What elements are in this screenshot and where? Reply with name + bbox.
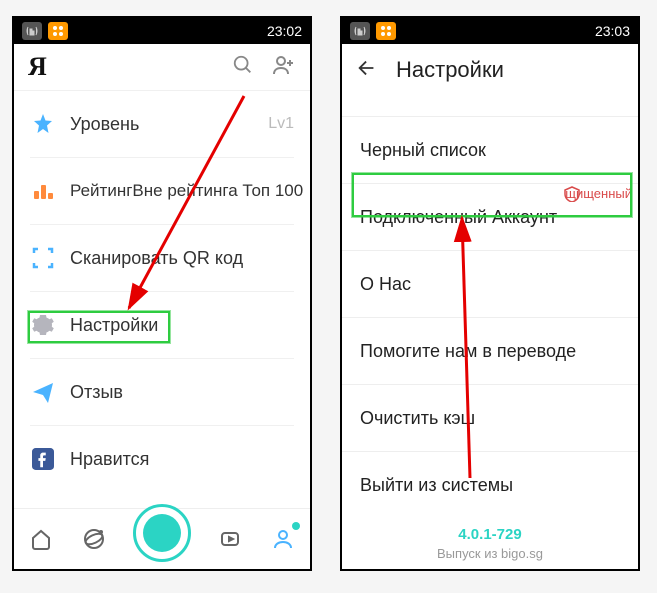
menu-label: Нравится: [70, 449, 294, 470]
phone-screenshot-right: 23:03 Настройки Черный список Подключенн…: [340, 16, 640, 571]
page-title: Настройки: [396, 57, 504, 83]
version-subtitle: Выпуск из bigo.sg: [342, 546, 638, 561]
nav-explore-icon[interactable]: [79, 524, 109, 554]
qr-icon: [30, 245, 56, 271]
menu-item-rating[interactable]: РейтингВне рейтинга Топ 100: [14, 158, 310, 224]
shield-icon: [562, 186, 582, 202]
send-icon: [30, 379, 56, 405]
nav-profile-icon[interactable]: [268, 524, 298, 554]
bottom-nav: [14, 508, 310, 569]
status-icon: [376, 22, 396, 40]
nav-home-icon[interactable]: [26, 524, 56, 554]
item-label: Выйти из системы: [360, 475, 513, 496]
item-label: Очистить кэш: [360, 408, 475, 429]
item-label: Черный список: [360, 140, 486, 161]
menu-label: Уровень: [70, 114, 268, 135]
menu-item-qr[interactable]: Сканировать QR код: [14, 225, 310, 291]
item-label: Подключенный Аккаунт: [360, 207, 557, 228]
status-bar: 23:03: [342, 18, 638, 44]
status-time: 23:03: [595, 23, 630, 39]
header: Я: [14, 44, 310, 91]
status-icon: [48, 22, 68, 40]
gear-icon: [30, 312, 56, 338]
phone-screenshot-left: 23:02 Я Уровень Lv1: [12, 16, 312, 571]
menu-list: Уровень Lv1 РейтингВне рейтинга Топ 100 …: [14, 91, 310, 492]
nav-broadcast-button[interactable]: [133, 504, 191, 562]
facebook-icon: [30, 446, 56, 472]
status-icon: [22, 22, 42, 40]
nav-video-icon[interactable]: [215, 524, 245, 554]
version-info: 4.0.1-729 Выпуск из bigo.sg: [342, 518, 638, 568]
menu-value: Lv1: [268, 115, 294, 133]
settings-item-blacklist[interactable]: Черный список: [342, 117, 638, 184]
chart-icon: [30, 178, 56, 204]
item-label: О Нас: [360, 274, 411, 295]
settings-item-clear-cache[interactable]: Очистить кэш: [342, 385, 638, 452]
back-icon[interactable]: [356, 57, 378, 84]
menu-label: Настройки: [70, 315, 294, 336]
menu-item-level[interactable]: Уровень Lv1: [14, 91, 310, 157]
menu-item-feedback[interactable]: Отзыв: [14, 359, 310, 425]
menu-label: Сканировать QR код: [70, 248, 294, 269]
settings-item-logout[interactable]: Выйти из системы: [342, 452, 638, 518]
status-bar: 23:02: [14, 18, 310, 44]
menu-item-settings[interactable]: Настройки: [14, 292, 310, 358]
search-icon[interactable]: [232, 54, 254, 81]
star-icon: [30, 111, 56, 137]
settings-item-about[interactable]: О Нас: [342, 251, 638, 318]
item-label: Помогите нам в переводе: [360, 341, 576, 362]
menu-item-like[interactable]: Нравится: [14, 426, 310, 492]
header-logo: Я: [28, 52, 232, 82]
version-number: 4.0.1-729: [342, 526, 638, 543]
add-friend-icon[interactable]: [272, 54, 296, 81]
status-icon: [350, 22, 370, 40]
menu-label: Отзыв: [70, 382, 294, 403]
settings-item-translate[interactable]: Помогите нам в переводе: [342, 318, 638, 385]
status-time: 23:02: [267, 23, 302, 39]
settings-header: Настройки: [342, 44, 638, 96]
menu-label: РейтингВне рейтинга Топ 100: [70, 181, 303, 201]
partial-item-top: [342, 96, 638, 117]
